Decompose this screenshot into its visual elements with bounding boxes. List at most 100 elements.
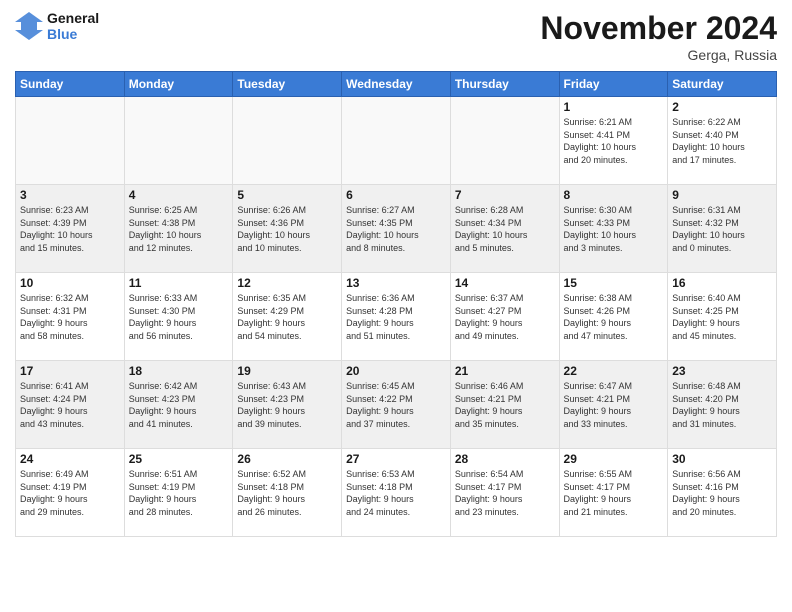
logo-container: General Blue bbox=[15, 10, 99, 42]
day-info: Sunrise: 6:32 AMSunset: 4:31 PMDaylight:… bbox=[20, 292, 120, 342]
calendar-week-1: 1 Sunrise: 6:21 AMSunset: 4:41 PMDaylight… bbox=[16, 97, 777, 185]
day-number: 24 bbox=[20, 452, 120, 466]
calendar-day-empty bbox=[233, 97, 342, 185]
day-number: 8 bbox=[564, 188, 664, 202]
day-info: Sunrise: 6:51 AMSunset: 4:19 PMDaylight:… bbox=[129, 468, 229, 518]
day-number: 29 bbox=[564, 452, 664, 466]
weekday-header-monday: Monday bbox=[124, 72, 233, 97]
calendar-day-26: 26Sunrise: 6:52 AMSunset: 4:18 PMDayligh… bbox=[233, 449, 342, 537]
day-info: Sunrise: 6:37 AMSunset: 4:27 PMDaylight:… bbox=[455, 292, 555, 342]
weekday-header-wednesday: Wednesday bbox=[342, 72, 451, 97]
weekday-header-saturday: Saturday bbox=[668, 72, 777, 97]
day-info: Sunrise: 6:30 AMSunset: 4:33 PMDaylight:… bbox=[564, 204, 664, 254]
day-number: 12 bbox=[237, 276, 337, 290]
calendar-week-4: 17Sunrise: 6:41 AMSunset: 4:24 PMDayligh… bbox=[16, 361, 777, 449]
calendar-day-4: 4 Sunrise: 6:25 AMSunset: 4:38 PMDaylight… bbox=[124, 185, 233, 273]
calendar-day-13: 13 Sunrise: 6:36 AMSunset: 4:28 PMDayligh… bbox=[342, 273, 451, 361]
day-number: 14 bbox=[455, 276, 555, 290]
day-number: 6 bbox=[346, 188, 446, 202]
day-number: 20 bbox=[346, 364, 446, 378]
day-info: Sunrise: 6:56 AMSunset: 4:16 PMDaylight:… bbox=[672, 468, 772, 518]
calendar-day-19: 19 Sunrise: 6:43 AMSunset: 4:23 PMDayligh… bbox=[233, 361, 342, 449]
calendar-week-5: 24 Sunrise: 6:49 AMSunset: 4:19 PMDayligh… bbox=[16, 449, 777, 537]
calendar-day-29: 29 Sunrise: 6:55 AMSunset: 4:17 PMDayligh… bbox=[559, 449, 668, 537]
day-number: 13 bbox=[346, 276, 446, 290]
day-number: 3 bbox=[20, 188, 120, 202]
day-number: 10 bbox=[20, 276, 120, 290]
calendar-day-2: 2 Sunrise: 6:22 AMSunset: 4:40 PMDaylight… bbox=[668, 97, 777, 185]
calendar-day-27: 27 Sunrise: 6:53 AMSunset: 4:18 PMDayligh… bbox=[342, 449, 451, 537]
logo: General Blue bbox=[15, 10, 99, 42]
day-info: Sunrise: 6:53 AMSunset: 4:18 PMDaylight:… bbox=[346, 468, 446, 518]
day-info: Sunrise: 6:27 AMSunset: 4:35 PMDaylight:… bbox=[346, 204, 446, 254]
day-info: Sunrise: 6:35 AMSunset: 4:29 PMDaylight:… bbox=[237, 292, 337, 342]
day-number: 19 bbox=[237, 364, 337, 378]
calendar-day-5: 5 Sunrise: 6:26 AMSunset: 4:36 PMDaylight… bbox=[233, 185, 342, 273]
calendar-day-10: 10 Sunrise: 6:32 AMSunset: 4:31 PMDayligh… bbox=[16, 273, 125, 361]
day-info: Sunrise: 6:40 AMSunset: 4:25 PMDaylight:… bbox=[672, 292, 772, 342]
calendar-day-15: 15 Sunrise: 6:38 AMSunset: 4:26 PMDayligh… bbox=[559, 273, 668, 361]
calendar-day-28: 28 Sunrise: 6:54 AMSunset: 4:17 PMDayligh… bbox=[450, 449, 559, 537]
location: Gerga, Russia bbox=[540, 47, 777, 63]
day-info: Sunrise: 6:45 AMSunset: 4:22 PMDaylight:… bbox=[346, 380, 446, 430]
weekday-header-thursday: Thursday bbox=[450, 72, 559, 97]
day-number: 15 bbox=[564, 276, 664, 290]
calendar-day-17: 17Sunrise: 6:41 AMSunset: 4:24 PMDayligh… bbox=[16, 361, 125, 449]
day-info: Sunrise: 6:31 AMSunset: 4:32 PMDaylight:… bbox=[672, 204, 772, 254]
calendar-day-9: 9Sunrise: 6:31 AMSunset: 4:32 PMDaylight… bbox=[668, 185, 777, 273]
day-info: Sunrise: 6:46 AMSunset: 4:21 PMDaylight:… bbox=[455, 380, 555, 430]
calendar-day-18: 18Sunrise: 6:42 AMSunset: 4:23 PMDayligh… bbox=[124, 361, 233, 449]
calendar-day-16: 16Sunrise: 6:40 AMSunset: 4:25 PMDayligh… bbox=[668, 273, 777, 361]
calendar-day-25: 25Sunrise: 6:51 AMSunset: 4:19 PMDayligh… bbox=[124, 449, 233, 537]
day-info: Sunrise: 6:25 AMSunset: 4:38 PMDaylight:… bbox=[129, 204, 229, 254]
day-info: Sunrise: 6:26 AMSunset: 4:36 PMDaylight:… bbox=[237, 204, 337, 254]
logo-bird-icon bbox=[15, 10, 43, 42]
day-number: 11 bbox=[129, 276, 229, 290]
day-info: Sunrise: 6:43 AMSunset: 4:23 PMDaylight:… bbox=[237, 380, 337, 430]
day-number: 17 bbox=[20, 364, 120, 378]
page: General Blue November 2024 Gerga, Russia… bbox=[0, 0, 792, 612]
day-number: 22 bbox=[564, 364, 664, 378]
calendar-week-2: 3 Sunrise: 6:23 AMSunset: 4:39 PMDaylight… bbox=[16, 185, 777, 273]
day-info: Sunrise: 6:48 AMSunset: 4:20 PMDaylight:… bbox=[672, 380, 772, 430]
calendar-day-22: 22 Sunrise: 6:47 AMSunset: 4:21 PMDayligh… bbox=[559, 361, 668, 449]
calendar-day-23: 23 Sunrise: 6:48 AMSunset: 4:20 PMDayligh… bbox=[668, 361, 777, 449]
day-info: Sunrise: 6:52 AMSunset: 4:18 PMDaylight:… bbox=[237, 468, 337, 518]
day-number: 1 bbox=[564, 100, 664, 114]
day-number: 30 bbox=[672, 452, 772, 466]
calendar-day-8: 8 Sunrise: 6:30 AMSunset: 4:33 PMDaylight… bbox=[559, 185, 668, 273]
calendar-day-30: 30 Sunrise: 6:56 AMSunset: 4:16 PMDayligh… bbox=[668, 449, 777, 537]
day-number: 4 bbox=[129, 188, 229, 202]
day-info: Sunrise: 6:38 AMSunset: 4:26 PMDaylight:… bbox=[564, 292, 664, 342]
calendar-day-24: 24 Sunrise: 6:49 AMSunset: 4:19 PMDayligh… bbox=[16, 449, 125, 537]
day-number: 27 bbox=[346, 452, 446, 466]
weekday-header-tuesday: Tuesday bbox=[233, 72, 342, 97]
day-number: 28 bbox=[455, 452, 555, 466]
day-info: Sunrise: 6:22 AMSunset: 4:40 PMDaylight:… bbox=[672, 116, 772, 166]
calendar-day-3: 3 Sunrise: 6:23 AMSunset: 4:39 PMDaylight… bbox=[16, 185, 125, 273]
logo-blue: Blue bbox=[47, 26, 99, 42]
calendar-day-empty bbox=[450, 97, 559, 185]
calendar: SundayMondayTuesdayWednesdayThursdayFrid… bbox=[15, 71, 777, 537]
day-number: 5 bbox=[237, 188, 337, 202]
day-info: Sunrise: 6:36 AMSunset: 4:28 PMDaylight:… bbox=[346, 292, 446, 342]
calendar-day-1: 1 Sunrise: 6:21 AMSunset: 4:41 PMDaylight… bbox=[559, 97, 668, 185]
day-number: 23 bbox=[672, 364, 772, 378]
day-info: Sunrise: 6:54 AMSunset: 4:17 PMDaylight:… bbox=[455, 468, 555, 518]
title-area: November 2024 Gerga, Russia bbox=[540, 10, 777, 63]
weekday-header-row: SundayMondayTuesdayWednesdayThursdayFrid… bbox=[16, 72, 777, 97]
day-info: Sunrise: 6:33 AMSunset: 4:30 PMDaylight:… bbox=[129, 292, 229, 342]
day-info: Sunrise: 6:28 AMSunset: 4:34 PMDaylight:… bbox=[455, 204, 555, 254]
weekday-header-sunday: Sunday bbox=[16, 72, 125, 97]
calendar-day-14: 14 Sunrise: 6:37 AMSunset: 4:27 PMDayligh… bbox=[450, 273, 559, 361]
weekday-header-friday: Friday bbox=[559, 72, 668, 97]
day-info: Sunrise: 6:49 AMSunset: 4:19 PMDaylight:… bbox=[20, 468, 120, 518]
calendar-day-11: 11 Sunrise: 6:33 AMSunset: 4:30 PMDayligh… bbox=[124, 273, 233, 361]
day-info: Sunrise: 6:23 AMSunset: 4:39 PMDaylight:… bbox=[20, 204, 120, 254]
day-number: 2 bbox=[672, 100, 772, 114]
day-number: 18 bbox=[129, 364, 229, 378]
day-number: 21 bbox=[455, 364, 555, 378]
day-info: Sunrise: 6:55 AMSunset: 4:17 PMDaylight:… bbox=[564, 468, 664, 518]
day-info: Sunrise: 6:21 AMSunset: 4:41 PMDaylight:… bbox=[564, 116, 664, 166]
day-info: Sunrise: 6:47 AMSunset: 4:21 PMDaylight:… bbox=[564, 380, 664, 430]
